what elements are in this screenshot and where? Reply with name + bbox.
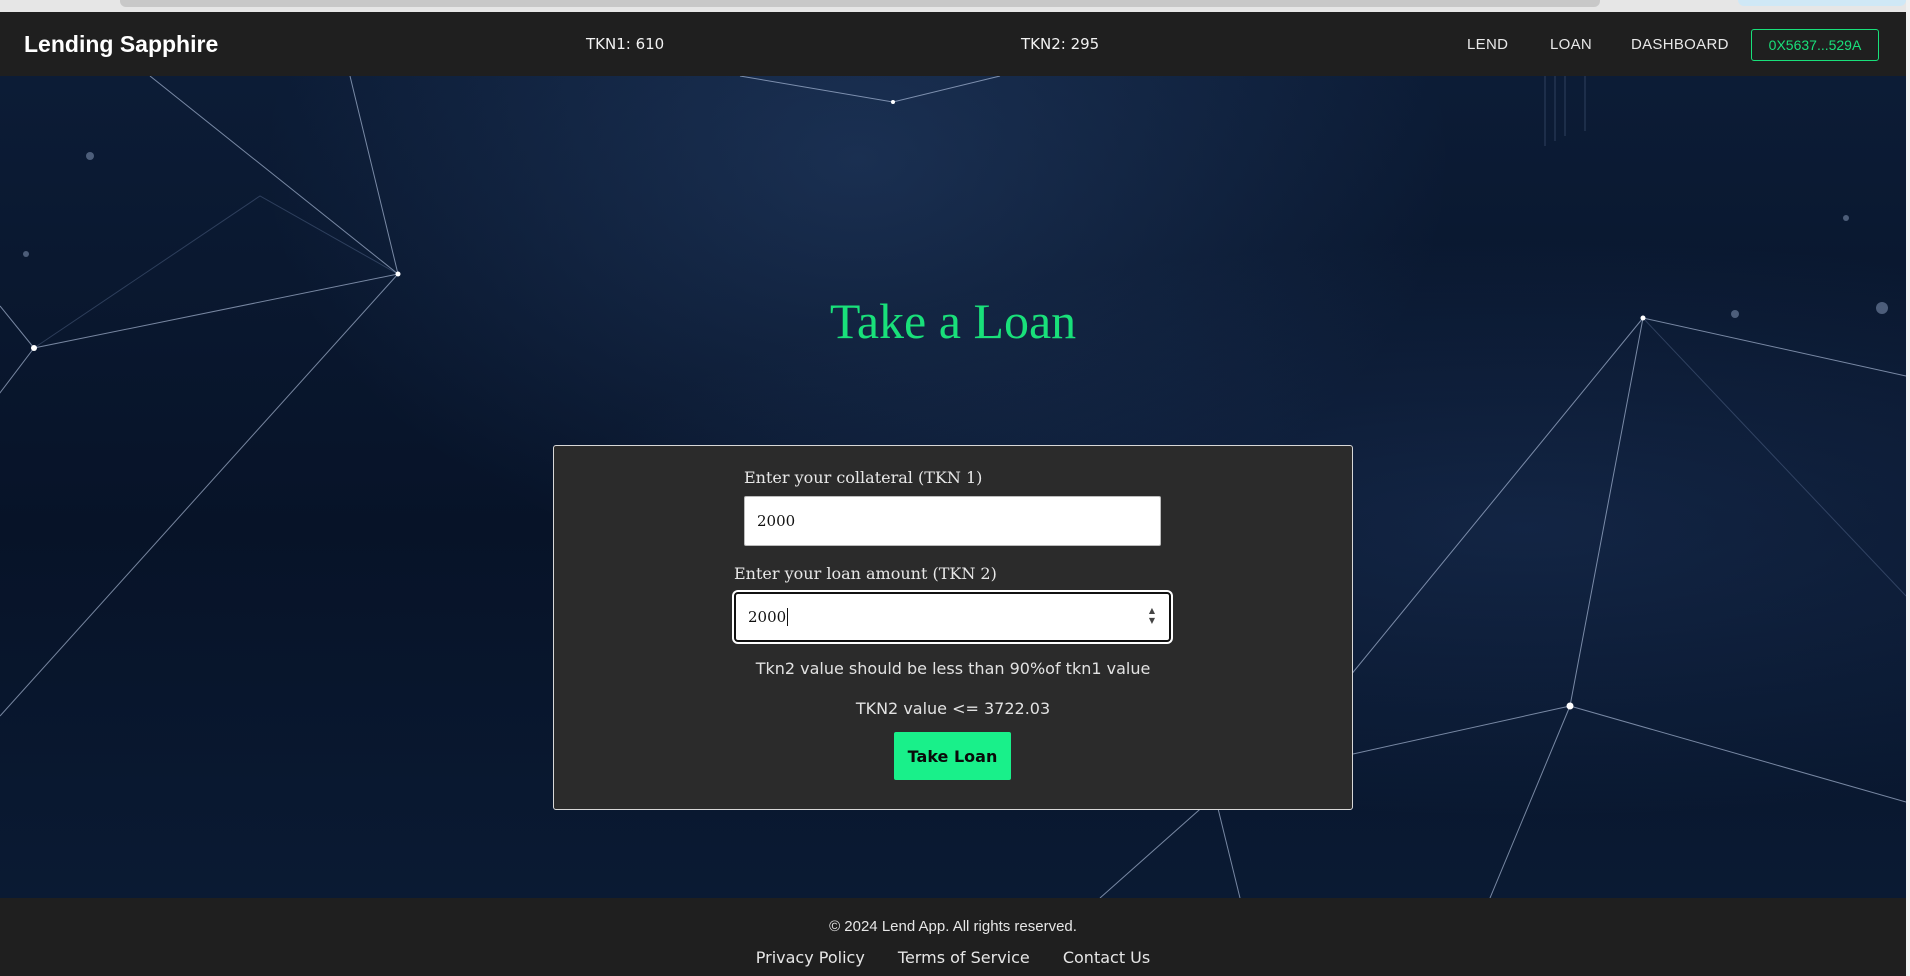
max-tkn2-text: TKN2 value <= 3722.03 (855, 699, 1051, 718)
browser-tab-hint (1738, 0, 1906, 6)
contact-us-link[interactable]: Contact Us (1063, 948, 1150, 967)
app-window: Lending Sapphire TKN1: 610 TKN2: 295 LEN… (0, 0, 1906, 976)
text-caret (787, 608, 789, 626)
terms-of-service-link[interactable]: Terms of Service (898, 948, 1030, 967)
loan-amount-input[interactable]: 2000 ▲ ▼ (734, 592, 1171, 642)
loan-amount-label: Enter your loan amount (TKN 2) (734, 564, 997, 583)
page-scrollbar[interactable] (1906, 0, 1910, 976)
top-navbar: Lending Sapphire TKN1: 610 TKN2: 295 LEN… (0, 12, 1906, 76)
nav-dashboard-link[interactable]: DASHBOARD (1631, 36, 1729, 53)
collateral-input[interactable]: 2000 (744, 496, 1161, 546)
number-spinner-icon[interactable]: ▲ ▼ (1147, 606, 1157, 628)
browser-top-strip (0, 0, 1906, 12)
collateral-label: Enter your collateral (TKN 1) (744, 468, 983, 487)
copyright-text: © 2024 Lend App. All rights reserved. (829, 918, 1077, 935)
browser-scroll-pill (120, 0, 1600, 7)
page-title: Take a Loan (829, 293, 1077, 349)
tkn1-balance: TKN1: 610 (586, 35, 665, 53)
loan-amount-input-value: 2000 (748, 608, 787, 626)
privacy-policy-link[interactable]: Privacy Policy (756, 948, 865, 967)
brand-logo-text[interactable]: Lending Sapphire (24, 31, 218, 58)
nav-lend-link[interactable]: LEND (1467, 36, 1508, 53)
take-loan-button[interactable]: Take Loan (894, 732, 1011, 780)
validation-hint: Tkn2 value should be less than 90%of tkn… (755, 659, 1151, 678)
tkn2-balance: TKN2: 295 (1021, 35, 1100, 53)
collateral-input-value: 2000 (757, 512, 796, 530)
nav-loan-link[interactable]: LOAN (1550, 36, 1592, 53)
page-footer: © 2024 Lend App. All rights reserved. Pr… (0, 898, 1906, 976)
wallet-address-button[interactable]: 0X5637...529A (1751, 29, 1879, 61)
footer-links: Privacy Policy Terms of Service Contact … (0, 948, 1906, 967)
